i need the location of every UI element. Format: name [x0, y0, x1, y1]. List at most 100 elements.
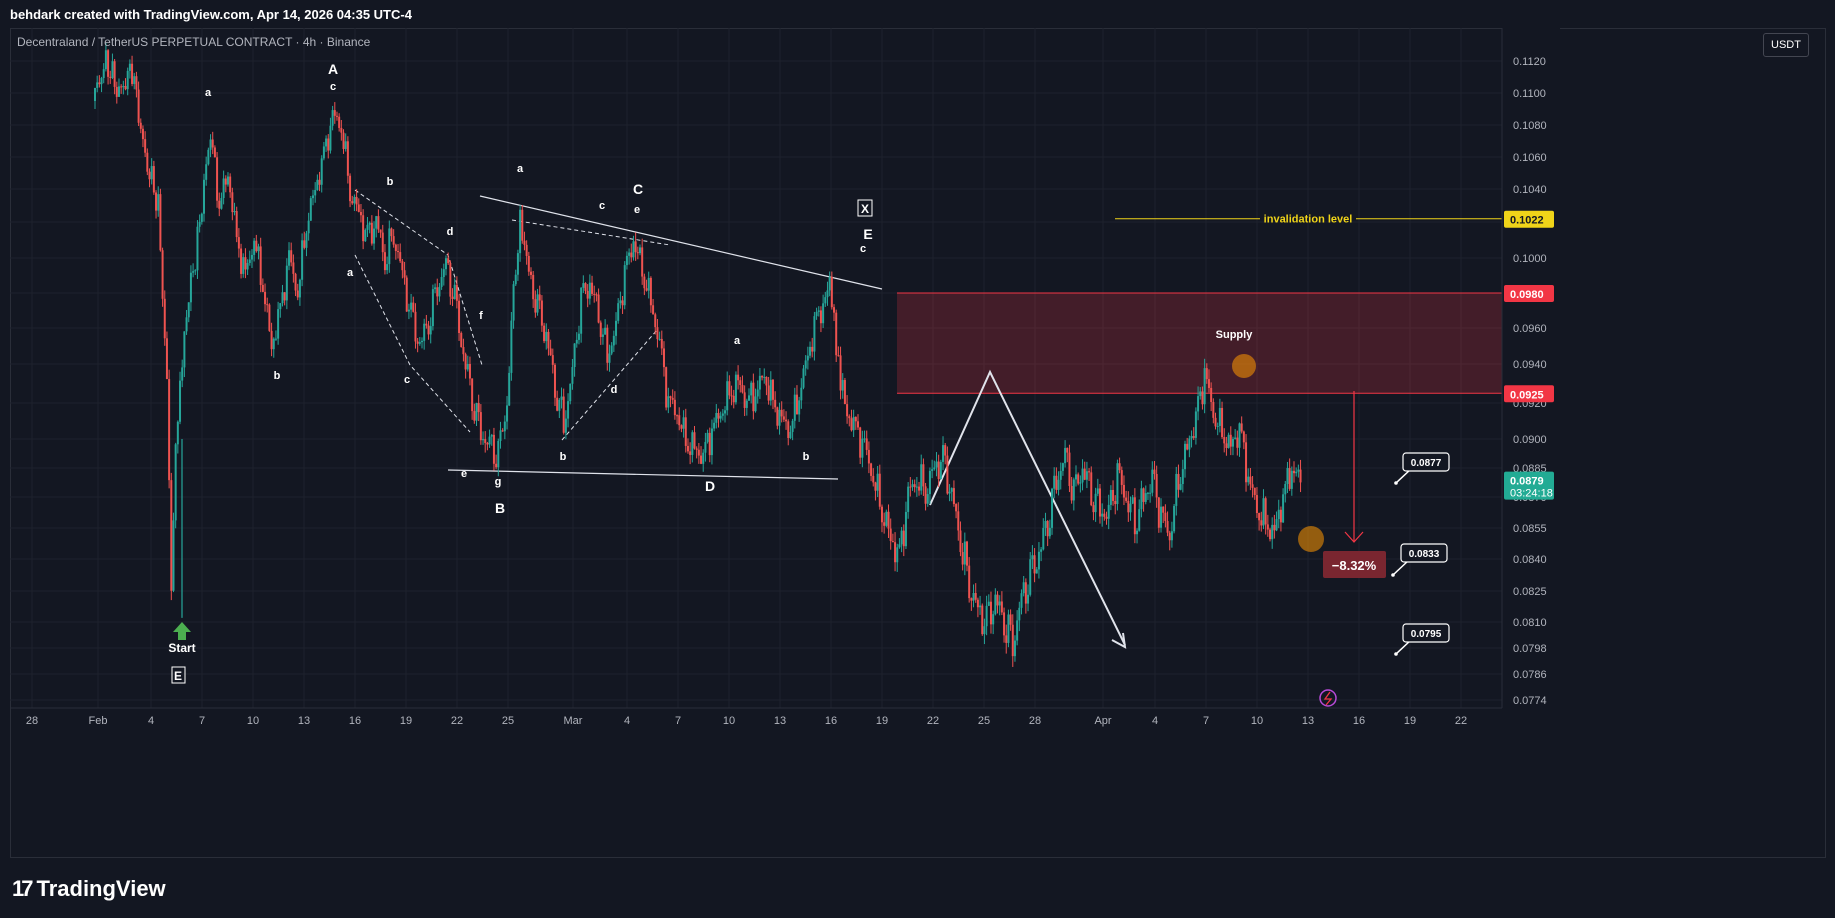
candle-body — [1260, 520, 1263, 526]
start-label: Start — [168, 641, 195, 655]
candle-body — [163, 298, 166, 339]
candle-body — [588, 282, 591, 299]
candle-body — [187, 302, 190, 318]
candle-body — [595, 294, 598, 296]
candle-body — [1266, 524, 1269, 530]
candle-body — [373, 228, 376, 244]
candle-body — [994, 594, 997, 615]
candle-body — [460, 333, 463, 348]
candle-body — [673, 399, 676, 416]
symbol-title[interactable]: Decentraland / TetherUS PERPETUAL CONTRA… — [17, 35, 370, 49]
candle-body — [1070, 485, 1073, 501]
target-callout-value: 0.0877 — [1411, 458, 1442, 469]
candle-body — [678, 415, 681, 426]
candle-body — [122, 86, 125, 88]
candle-body — [795, 394, 798, 415]
candle-body — [889, 528, 892, 542]
candle-body — [431, 289, 434, 327]
candle-body — [597, 294, 600, 323]
candle-body — [117, 86, 120, 97]
candle-body — [691, 432, 694, 455]
candle-body — [111, 61, 114, 78]
currency-button[interactable]: USDT — [1763, 33, 1809, 57]
candle-body — [440, 277, 443, 287]
wave-label-minor: a — [734, 335, 741, 347]
candle-body — [1081, 468, 1084, 483]
candle-body — [826, 290, 829, 298]
candle-body — [416, 341, 419, 344]
candle-body — [427, 325, 430, 335]
candle-body — [1299, 469, 1302, 483]
candle-body — [165, 338, 168, 380]
time-tick-label: 13 — [298, 715, 310, 727]
candle-body — [780, 409, 783, 417]
candle-body — [1046, 520, 1049, 537]
candle-body — [1197, 396, 1200, 412]
candle-body — [782, 416, 785, 420]
supply-touch-marker — [1232, 354, 1256, 378]
wave-label-minor: d — [611, 384, 618, 396]
candle-body — [745, 400, 748, 408]
candle-body — [665, 367, 668, 408]
candle-body — [662, 348, 665, 368]
candle-body — [556, 397, 559, 411]
candle-body — [608, 353, 611, 363]
candle-body — [553, 364, 556, 398]
candle-body — [233, 211, 236, 213]
candle-body — [761, 375, 764, 378]
candle-body — [423, 323, 426, 341]
candle-body — [207, 149, 210, 165]
candle-body — [410, 302, 413, 310]
candle-body — [649, 277, 652, 306]
candle-body — [628, 252, 631, 256]
candle-body — [120, 86, 123, 88]
candle-body — [434, 287, 437, 290]
candle-body — [601, 334, 604, 337]
candle-body — [189, 272, 192, 303]
candle-body — [708, 432, 711, 456]
candle-body — [946, 455, 949, 494]
candle-body — [331, 110, 334, 126]
candle-body — [318, 179, 321, 185]
candle-body — [281, 292, 284, 304]
candle-body — [516, 253, 519, 275]
candle-body — [253, 240, 256, 255]
candle-body — [1107, 504, 1110, 519]
candle-body — [804, 360, 807, 369]
candle-body — [859, 427, 862, 458]
candle-body — [466, 363, 469, 370]
candle-body — [771, 379, 774, 400]
candle-body — [370, 222, 373, 244]
candle-body — [211, 139, 214, 148]
price-tick-label: 0.1040 — [1513, 184, 1547, 196]
candle-body — [139, 122, 142, 129]
time-axis[interactable]: 28 Feb 4 7 10 13 16 19 22 25 Mar 4 7 10 13 16 19 22 25 28 Ap… — [10, 707, 1502, 727]
candle-body — [942, 445, 945, 462]
candle-body — [344, 141, 347, 149]
candle-body — [96, 82, 99, 88]
candle-body — [1295, 471, 1298, 474]
price-axis[interactable]: 0.11200.11000.10800.10600.10400.10200.10… — [1501, 28, 1560, 708]
candle-body — [176, 421, 179, 445]
candle-body — [874, 482, 877, 491]
candle-body — [346, 141, 349, 176]
candle-body — [1083, 468, 1086, 480]
candle-body — [94, 87, 96, 101]
candle-body — [715, 413, 718, 423]
tradingview-logo[interactable]: 17 TradingView — [12, 876, 166, 902]
candle-body — [963, 541, 966, 565]
candle-body — [689, 451, 692, 455]
candle-body — [1003, 612, 1006, 636]
candlestick-chart[interactable]: invalidation level Supply A B C D Ea c b b a d c f e g… — [0, 0, 1835, 858]
candle-body — [989, 601, 992, 625]
candle-body — [571, 367, 574, 384]
candle-body — [244, 257, 247, 270]
candle-body — [599, 322, 602, 337]
candle-body — [939, 461, 942, 480]
candle-body — [172, 520, 175, 591]
candle-body — [1033, 555, 1036, 574]
candle-body — [676, 415, 679, 417]
candle-body — [266, 304, 269, 306]
candle-body — [1194, 411, 1197, 438]
candle-body — [181, 367, 184, 381]
